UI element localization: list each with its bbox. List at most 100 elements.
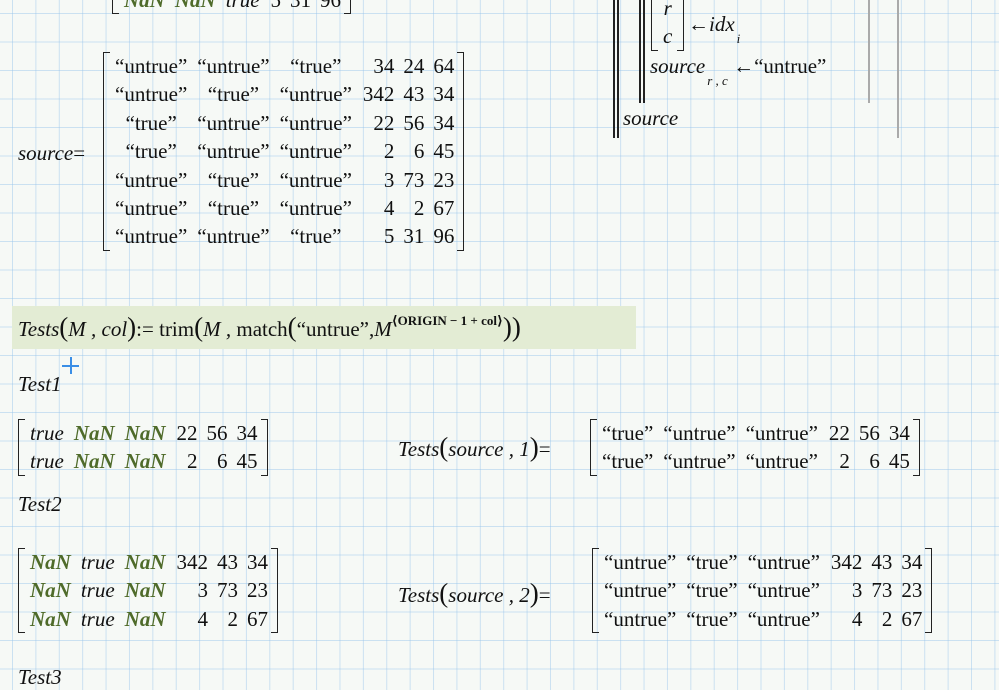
matrix-row: “true” “untrue” “untrue” 22 56 34 (110, 109, 457, 137)
source-eval-label[interactable]: source= (18, 141, 85, 166)
match-fn: match (236, 317, 288, 341)
matrix-cell: “untrue” (279, 196, 352, 221)
matrix-cell: 22 (828, 421, 850, 445)
matrix-cell: “untrue” (663, 449, 736, 474)
test2-label[interactable]: Test2 (18, 492, 62, 517)
matrix-cell: “true” (125, 139, 177, 164)
source-var: source (650, 54, 706, 78)
define-op: := (136, 317, 154, 341)
matrix-cell: 73 (403, 167, 425, 192)
matrix-cell: 6 (413, 139, 425, 164)
matrix-row: “true” “untrue” “untrue” 2 6 45 (110, 137, 457, 165)
equals: = (73, 141, 86, 165)
matrix-cell: 34 (433, 110, 455, 135)
matrix-row: “untrue” “true” “untrue” 342 43 34 (110, 80, 457, 108)
matrix-cell: 34 (373, 54, 395, 78)
matrix-row: “untrue” “true” “untrue” 3 73 23 (110, 166, 457, 194)
matrix-cell: “untrue” (747, 550, 820, 574)
matrix-cell: 67 (433, 196, 455, 221)
test3-label[interactable]: Test3 (18, 665, 62, 690)
idx-var: idx (709, 12, 735, 36)
matrix-cell: 2 (383, 139, 395, 164)
arrow-icon: ← (688, 12, 709, 36)
matrix-cell: “untrue” (663, 421, 736, 445)
source-matrix[interactable]: “untrue” “untrue” “true” 34 24 64 “untrue” “tru… (103, 52, 465, 251)
matrix-cell: 2 (413, 196, 425, 221)
matrix-cell: “untrue” (115, 54, 188, 78)
bracket-right (271, 548, 279, 634)
matrix-cell: “true” (686, 578, 738, 603)
test2-call[interactable]: Tests(source , 2)= (398, 578, 551, 609)
tests-definition-expr[interactable]: Tests(M , col):= trim(M , match(“untrue”… (18, 312, 521, 343)
matrix-cell: 3 (851, 578, 863, 603)
matrix-cell: NaN (124, 606, 166, 631)
matrix-cell: 23 (901, 578, 923, 603)
matrix-cell: 73 (217, 578, 239, 603)
matrix-row: true NaN NaN 22 56 34 (25, 419, 261, 447)
matrix-cell: 342 (830, 550, 863, 574)
matrix-cell: NaN (124, 0, 165, 12)
matrix-cell: 43 (217, 550, 239, 574)
bracket-left (18, 548, 25, 634)
matrix-row: true NaN NaN 2 6 45 (25, 447, 261, 475)
matrix-cell: 43 (871, 550, 893, 574)
source-subscript: r , c (707, 73, 728, 88)
fn-args: M , col (68, 317, 128, 341)
fn-name: Tests (18, 317, 60, 341)
assign-value: “untrue” (754, 54, 827, 78)
source-var: source (18, 141, 74, 165)
rc-vector: r c (651, 0, 685, 51)
matrix-cell: 2 (881, 606, 893, 631)
matrix-cell: 3 (383, 167, 395, 192)
matrix-cell: “true” (686, 606, 738, 631)
matrix-cell: “untrue” (279, 110, 352, 135)
matrix-cell: “true” (602, 421, 654, 445)
matrix-cell: 6 (869, 449, 880, 474)
matrix-cell: “untrue” (197, 224, 270, 249)
call-args: source , 1 (448, 437, 530, 461)
equals: = (538, 583, 551, 607)
matrix-cell: NaN (73, 449, 115, 474)
test2-expected-matrix[interactable]: NaN true NaN 342 43 34 NaN true NaN 3 73 23 NaN true N… (18, 548, 279, 634)
matrix-cell: 2 (839, 449, 850, 474)
matrix-cell: “untrue” (604, 578, 677, 603)
test1-call[interactable]: Tests(source , 1)= (398, 432, 551, 463)
matrix-cell: NaN (30, 550, 71, 574)
matrix-cell: 56 (206, 421, 228, 445)
matrix-cell: 23 (433, 167, 455, 192)
bracket-right (925, 548, 933, 634)
matrix-cell: “untrue” (197, 139, 270, 164)
matrix-cell: NaN (30, 606, 71, 631)
matrix-row: “untrue” “true” “untrue” 3 73 23 (599, 576, 925, 604)
matrix-cell: “true” (125, 110, 177, 135)
program-bar (617, 0, 619, 138)
matrix-cell: “untrue” (115, 167, 188, 192)
matrix-cell: NaN (30, 578, 71, 603)
matrix-cell: 22 (373, 110, 395, 135)
matrix-cell: “untrue” (115, 82, 188, 107)
matrix-row: “untrue” “true” “untrue” 342 43 34 (599, 548, 925, 576)
matrix-cell: 4 (383, 196, 395, 221)
bracket-right (344, 0, 352, 15)
matrix-cell: NaN (124, 449, 166, 474)
matrix-cell: 342 (362, 82, 395, 107)
matrix-cell: 34 (888, 421, 910, 445)
matrix-cell: “untrue” (747, 606, 820, 631)
matrix-row: NaN true NaN 342 43 34 (25, 548, 271, 576)
call-args: source , 2 (448, 583, 530, 607)
matrix-cell: “true” (686, 550, 738, 574)
matrix-cell: 96 (320, 0, 342, 12)
test1-expected-matrix[interactable]: true NaN NaN 22 56 34 true NaN NaN 2 6 45 (18, 419, 268, 476)
matrix-cell: NaN (124, 550, 166, 574)
bracket-right (457, 52, 465, 251)
matrix-cell: 34 (901, 550, 923, 574)
matrix-cell: “untrue” (279, 167, 352, 192)
matrix-cell: 5 (383, 224, 395, 249)
test1-label[interactable]: Test1 (18, 372, 62, 397)
matrix-cell: 34 (247, 550, 269, 574)
matrix-cell: 73 (871, 578, 893, 603)
test2-result-matrix: “untrue” “true” “untrue” 342 43 34 “untrue” “tr… (592, 548, 933, 634)
matrix-row: “untrue” “true” “untrue” 4 2 67 (110, 194, 457, 222)
matrix-cell: 96 (433, 224, 455, 249)
matrix-row: NaN NaN true 5 31 96 (119, 0, 344, 14)
